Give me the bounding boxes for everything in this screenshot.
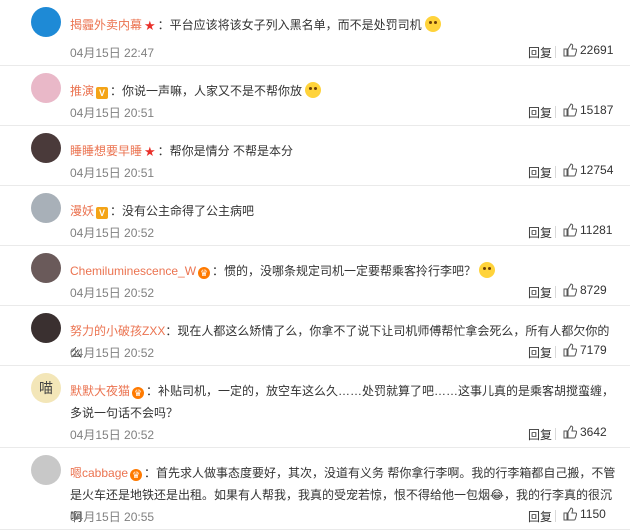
avatar[interactable]: 喵 (31, 373, 61, 403)
emoji-icon (424, 16, 441, 32)
comment-text-block: 揭霾外卖内幕 ★ ：平台应该将该女子列入黑名单，而不是处罚司机 (70, 14, 618, 36)
like-button[interactable]: 1150 (563, 507, 606, 521)
avatar[interactable] (31, 455, 61, 485)
username-link[interactable]: 漫妖 (70, 204, 94, 218)
reply-button[interactable]: 回复 (528, 344, 552, 361)
like-button[interactable]: 22691 (563, 43, 613, 57)
thumbs-up-icon (563, 223, 577, 237)
timestamp: 04月15日 20:52 (70, 428, 155, 442)
avatar[interactable] (31, 253, 61, 283)
timestamp: 04月15日 20:51 (70, 106, 155, 120)
star-badge-icon: ★ (144, 18, 156, 33)
divider (555, 428, 556, 440)
comment-body: ：补贴司机，一定的，放空车这么久……处罚就算了吧……这事儿真的是乘客胡搅蛮缠，多… (70, 384, 615, 420)
timestamp: 04月15日 22:47 (70, 46, 155, 60)
emoji-icon (305, 82, 322, 98)
comment-body: ：你说一声嘛，人家又不是不帮你放 (110, 84, 303, 98)
member-crown-icon: ♛ (132, 387, 145, 399)
comment-body: ：没有公主命得了公主病吧 (110, 204, 255, 218)
divider (555, 346, 556, 358)
comment-text-block: Chemiluminescence_W ♛ ：惯的，没哪条规定司机一定要帮乘客拎行李… (70, 260, 618, 282)
comment-body: ：平台应该将该女子列入黑名单，而不是处罚司机 (157, 18, 422, 32)
like-button[interactable]: 7179 (563, 343, 607, 357)
like-count: 12754 (580, 163, 614, 177)
star-badge-icon: ★ (144, 144, 156, 159)
username-link[interactable]: 嗯cabbage (70, 466, 128, 480)
reply-button[interactable]: 回复 (528, 44, 552, 61)
avatar[interactable] (31, 313, 61, 343)
avatar[interactable] (31, 193, 61, 223)
like-count: 15187 (580, 103, 614, 117)
thumbs-up-icon (563, 343, 577, 357)
comment-text-block: 睡睡想要早睡 ★ ：帮你是情分 不帮是本分 (70, 140, 618, 162)
like-button[interactable]: 11281 (563, 223, 612, 237)
verified-v-icon: V (96, 87, 109, 99)
like-button[interactable]: 8729 (563, 283, 607, 297)
comment-item: Chemiluminescence_W ♛ ：惯的，没哪条规定司机一定要帮乘客拎行李… (0, 246, 630, 306)
timestamp: 04月15日 20:51 (70, 166, 155, 180)
comment-item: 努力的小破孩ZXX：现在人都这么矫情了么，你拿不了说下让司机师傅帮忙拿会死么，所… (0, 306, 630, 366)
divider (555, 510, 556, 522)
avatar[interactable] (31, 133, 61, 163)
username-link[interactable]: 努力的小破孩ZXX (70, 324, 165, 338)
reply-button[interactable]: 回复 (528, 224, 552, 241)
comment-item: 揭霾外卖内幕 ★ ：平台应该将该女子列入黑名单，而不是处罚司机 04月15日 22:4… (0, 0, 630, 66)
like-count: 11281 (580, 223, 613, 237)
like-count: 7179 (580, 343, 607, 357)
divider (555, 286, 556, 298)
comment-item: 推演 V ：你说一声嘛，人家又不是不帮你放 04月15日 20:51 回复 15187 (0, 66, 630, 126)
comment-text-block: 漫妖 V ：没有公主命得了公主病吧 (70, 200, 618, 222)
reply-button[interactable]: 回复 (528, 104, 552, 121)
emoji-icon (479, 262, 496, 278)
timestamp: 04月15日 20:52 (70, 226, 155, 240)
divider (555, 226, 556, 238)
timestamp: 04月15日 20:52 (70, 346, 155, 360)
comment-item: 漫妖 V ：没有公主命得了公主病吧 04月15日 20:52 回复 11281 (0, 186, 630, 246)
avatar[interactable] (31, 73, 61, 103)
username-link[interactable]: 推演 (70, 84, 94, 98)
like-button[interactable]: 3642 (563, 425, 607, 439)
reply-button[interactable]: 回复 (528, 508, 552, 525)
comment-body: ：帮你是情分 不帮是本分 (157, 144, 294, 158)
username-link[interactable]: 睡睡想要早睡 (70, 144, 142, 158)
verified-v-icon: V (96, 207, 109, 219)
username-link[interactable]: Chemiluminescence_W (70, 264, 196, 278)
divider (555, 46, 556, 58)
thumbs-up-icon (563, 425, 577, 439)
timestamp: 04月15日 20:52 (70, 286, 155, 300)
like-count: 3642 (580, 425, 607, 439)
comment-item: 睡睡想要早睡 ★ ：帮你是情分 不帮是本分 04月15日 20:51 回复 12754 (0, 126, 630, 186)
thumbs-up-icon (563, 163, 577, 177)
divider (555, 166, 556, 178)
reply-button[interactable]: 回复 (528, 284, 552, 301)
comment-item: 喵 默默大夜猫 ♛ ：补贴司机，一定的，放空车这么久……处罚就算了吧……这事儿真的是乘… (0, 366, 630, 448)
comment-text-block: 默默大夜猫 ♛ ：补贴司机，一定的，放空车这么久……处罚就算了吧……这事儿真的是乘客… (70, 380, 618, 424)
like-button[interactable]: 12754 (563, 163, 613, 177)
timestamp: 04月15日 20:55 (70, 510, 155, 524)
thumbs-up-icon (563, 103, 577, 117)
like-count: 22691 (580, 43, 614, 57)
divider (555, 106, 556, 118)
comment-body: ：惯的，没哪条规定司机一定要帮乘客拎行李吧？ (212, 264, 477, 278)
like-button[interactable]: 15187 (563, 103, 613, 117)
thumbs-up-icon (563, 283, 577, 297)
thumbs-up-icon (563, 507, 577, 521)
member-crown-icon: ♛ (198, 267, 211, 279)
avatar[interactable] (31, 7, 61, 37)
like-count: 8729 (580, 283, 607, 297)
comment-text-block: 推演 V ：你说一声嘛，人家又不是不帮你放 (70, 80, 618, 102)
username-link[interactable]: 默默大夜猫 (70, 384, 130, 398)
reply-button[interactable]: 回复 (528, 426, 552, 443)
thumbs-up-icon (563, 43, 577, 57)
avatar-label: 喵 (39, 380, 53, 396)
like-count: 1150 (580, 507, 606, 521)
reply-button[interactable]: 回复 (528, 164, 552, 181)
username-link[interactable]: 揭霾外卖内幕 (70, 18, 142, 32)
comment-item: 嗯cabbage ♛ ：首先求人做事态度要好，其次，没道有义务 帮你拿行李啊。我的行… (0, 448, 630, 530)
comment-list: 揭霾外卖内幕 ★ ：平台应该将该女子列入黑名单，而不是处罚司机 04月15日 22:4… (0, 0, 630, 530)
member-crown-icon: ♛ (130, 469, 143, 481)
